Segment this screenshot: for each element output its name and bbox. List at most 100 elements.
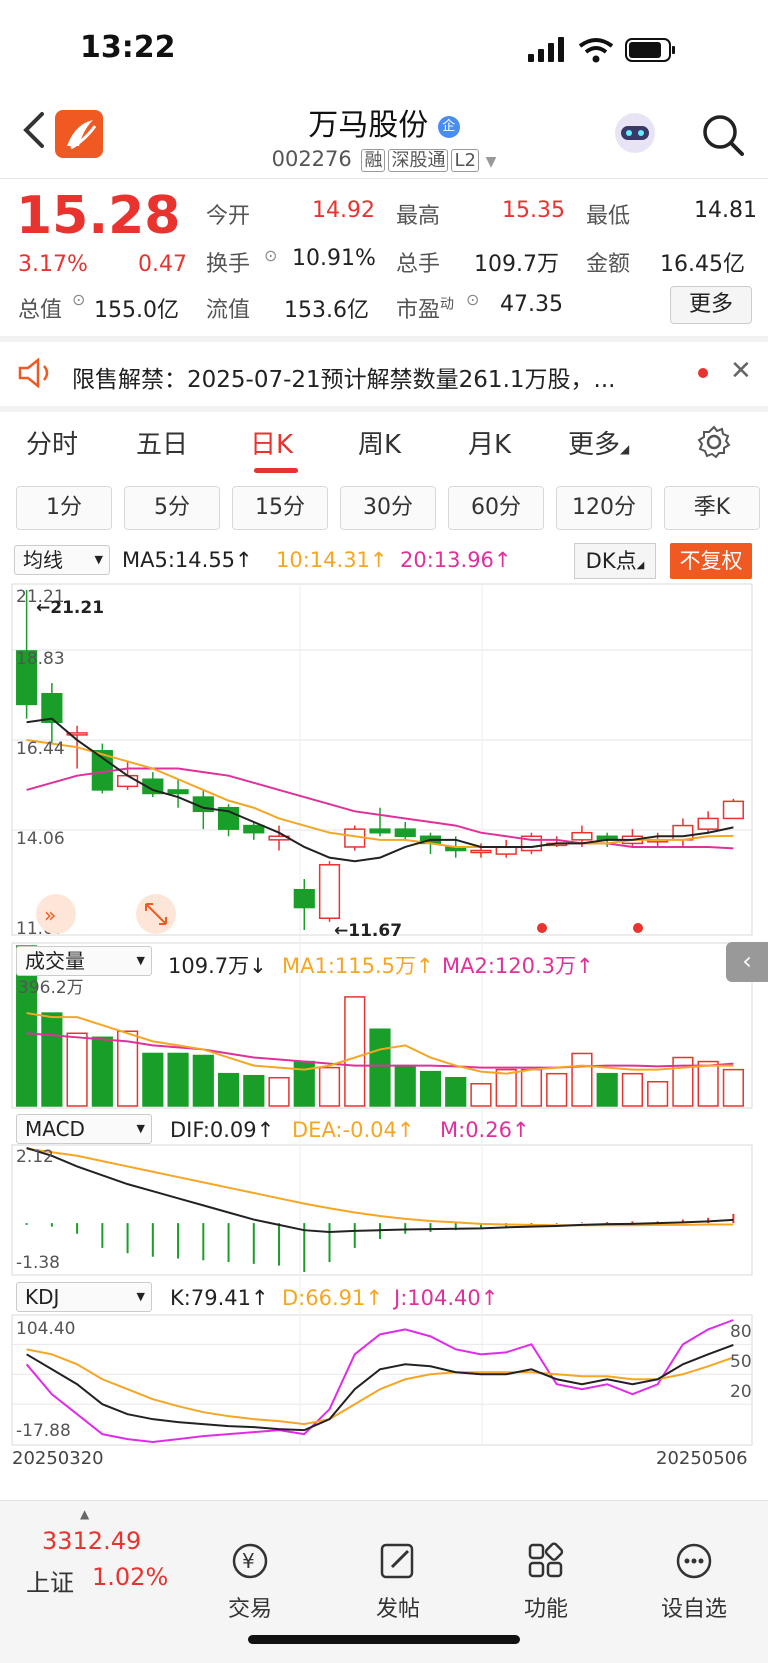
more-button[interactable]: 更多 xyxy=(670,286,752,324)
battery-icon xyxy=(625,38,675,62)
add-watchlist-button[interactable]: 设自选 xyxy=(644,1541,744,1623)
collapse-left-icon[interactable]: ‹ xyxy=(726,942,768,982)
post-button[interactable]: 发帖 xyxy=(348,1541,448,1623)
tag-l2: L2 xyxy=(451,149,479,172)
period-30min[interactable]: 30分 xyxy=(340,486,436,530)
pe-value: 47.35 xyxy=(500,292,563,317)
volume-bar xyxy=(192,1054,214,1107)
unread-dot xyxy=(698,368,708,378)
volume-bar xyxy=(520,1068,543,1107)
kdj-ref-80: 80 xyxy=(730,1322,752,1342)
kdj-selector[interactable]: KDJ ▼ xyxy=(16,1282,152,1312)
macd-dif: DIF:0.09↑ xyxy=(170,1118,275,1142)
index-value[interactable]: 3312.49 xyxy=(42,1527,141,1555)
settings-gear-icon[interactable] xyxy=(696,424,732,460)
dif-line xyxy=(26,1147,734,1233)
volume-ma1: MA1:115.5万↑ xyxy=(282,954,434,978)
robot-assistant-icon[interactable] xyxy=(612,110,658,156)
kdj-axis-top: 104.40 xyxy=(16,1319,75,1339)
functions-label: 功能 xyxy=(523,1597,568,1622)
tab-daily-k[interactable]: 日K xyxy=(250,424,293,461)
volume-label: 总手 xyxy=(396,252,441,277)
volume-bar xyxy=(394,1064,416,1107)
stock-chart[interactable]: 21.21 18.83 16.44 14.06 11.67 ←21.21 ←11… xyxy=(0,580,768,1480)
turnover-value: 10.91% xyxy=(292,246,376,271)
float-label: 流值 xyxy=(206,298,251,323)
pe-label: 市盈动 xyxy=(396,292,454,324)
volume-selector[interactable]: 成交量 ▼ xyxy=(16,946,152,976)
speaker-icon xyxy=(18,358,49,388)
notice-text: 限售解禁：2025-07-21预计解禁数量261.1万股，... xyxy=(72,367,616,393)
turnover-label: 换手 xyxy=(206,252,251,277)
macd-axis-top: 2.12 xyxy=(16,1147,54,1167)
pe-label-text: 市盈 xyxy=(396,298,441,323)
active-tab-indicator xyxy=(254,468,298,473)
volume-bar xyxy=(217,1072,240,1107)
post-label: 发帖 xyxy=(375,1597,420,1622)
period-quarter-k[interactable]: 季K xyxy=(664,486,760,530)
volume-bar xyxy=(91,1036,113,1107)
volume-bar xyxy=(470,1083,492,1107)
kdj-d: D:66.91↑ xyxy=(282,1286,383,1310)
tab-more[interactable]: 更多◢ xyxy=(568,424,629,461)
period-120min[interactable]: 120分 xyxy=(556,486,652,530)
candle-body xyxy=(495,846,517,855)
kdj-axis-bottom: -17.88 xyxy=(16,1421,71,1441)
close-icon[interactable]: ✕ xyxy=(730,356,752,386)
float-value: 153.6亿 xyxy=(284,298,369,323)
stock-code: 002276 xyxy=(271,147,352,171)
macd-selector[interactable]: MACD ▼ xyxy=(16,1114,152,1144)
expand-icon[interactable]: » xyxy=(36,894,76,934)
volume-value: 109.7万 xyxy=(474,252,559,277)
index-pct[interactable]: 1.02% xyxy=(92,1563,168,1591)
info-icon[interactable]: ⊙ xyxy=(264,246,277,265)
candle-body xyxy=(318,864,341,919)
kdj-k-line xyxy=(26,1343,734,1432)
macd-dea: DEA:-0.04↑ xyxy=(292,1118,415,1142)
macd-histogram xyxy=(25,1213,735,1272)
functions-button[interactable]: 功能 xyxy=(496,1541,596,1623)
date-start: 20250320 xyxy=(12,1448,104,1469)
volume-value: 109.7万↓ xyxy=(168,954,267,978)
volume-bar xyxy=(546,1072,568,1107)
min-price-marker: ←11.67 xyxy=(334,921,402,941)
date-end: 20250506 xyxy=(656,1448,748,1469)
tab-monthly-k[interactable]: 月K xyxy=(468,424,511,461)
unlock-notice[interactable]: 限售解禁：2025-07-21预计解禁数量261.1万股，... ✕ xyxy=(0,340,768,406)
candle-body xyxy=(116,774,139,788)
period-1min[interactable]: 1分 xyxy=(16,486,112,530)
ma5-value: MA5:14.55↑ xyxy=(122,548,253,572)
ma-selector[interactable]: 均线 ▼ xyxy=(14,545,110,575)
volume-bar xyxy=(445,1076,467,1107)
dk-signal-dot[interactable] xyxy=(633,923,643,933)
tab-weekly-k[interactable]: 周K xyxy=(358,424,401,461)
grid-apps-icon xyxy=(528,1542,564,1578)
chevron-down-icon[interactable]: ▼ xyxy=(486,154,497,170)
period-5min[interactable]: 5分 xyxy=(124,486,220,530)
trade-button[interactable]: ¥ 交易 xyxy=(200,1541,300,1623)
tab-intraday[interactable]: 分时 xyxy=(26,424,78,461)
mktcap-label: 总值 xyxy=(18,298,63,323)
period-60min[interactable]: 60分 xyxy=(448,486,544,530)
high-value: 15.35 xyxy=(502,198,565,223)
tag-margin: 融 xyxy=(361,149,386,172)
fullscreen-icon[interactable] xyxy=(136,894,176,934)
index-name[interactable]: 上证 xyxy=(26,1563,74,1598)
pe-sup: 动 xyxy=(440,296,455,313)
period-15min[interactable]: 15分 xyxy=(232,486,328,530)
candle-body xyxy=(722,800,744,820)
tab-five-day[interactable]: 五日 xyxy=(136,424,188,461)
k-axis-4: 14.06 xyxy=(16,829,65,849)
info-icon[interactable]: ⊙ xyxy=(466,290,479,309)
dea-line xyxy=(26,1147,734,1227)
dk-point-button[interactable]: DK点◢ xyxy=(574,543,656,579)
info-icon[interactable]: ⊙ xyxy=(72,290,85,309)
search-icon[interactable] xyxy=(700,112,746,158)
no-adjust-button[interactable]: 不复权 xyxy=(670,543,752,579)
caret-up-icon: ▲ xyxy=(80,1507,90,1521)
dk-signal-dot[interactable] xyxy=(537,923,547,933)
low-value: 14.81 xyxy=(694,198,757,223)
volume-bar xyxy=(66,1032,88,1107)
svg-text:»: » xyxy=(44,903,56,927)
kdj-ref-50: 50 xyxy=(730,1352,752,1372)
